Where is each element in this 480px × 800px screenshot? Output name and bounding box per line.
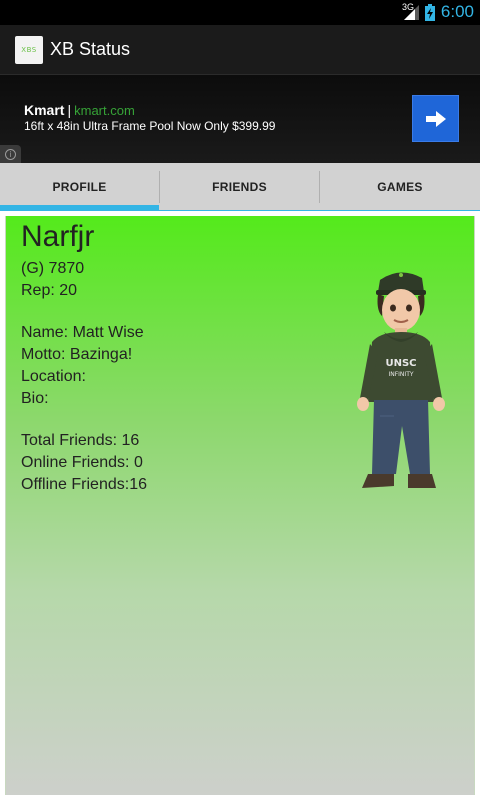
offline-friends: Offline Friends:16 [21, 476, 147, 493]
reputation: Rep: 20 [21, 282, 78, 299]
ad-text: 16ft x 48in Ultra Frame Pool Now Only $3… [24, 119, 276, 133]
ad-headline: Kmart | kmart.com [24, 102, 135, 118]
tab-games[interactable]: GAMES [320, 163, 480, 211]
ad-go-button[interactable] [412, 95, 459, 142]
profile-motto: Motto: Bazinga! [21, 346, 133, 363]
tab-friends[interactable]: FRIENDS [160, 163, 319, 211]
tab-bar: PROFILE FRIENDS GAMES [0, 163, 480, 211]
gamerscore: (G) 7870 [21, 260, 85, 277]
battery-charging-icon [425, 4, 435, 21]
profile-name: Name: Matt Wise [21, 324, 144, 341]
avatar-shirt-subtext: INFINITY [388, 371, 413, 378]
ad-banner[interactable]: Kmart | kmart.com 16ft x 48in Ultra Frame … [0, 75, 480, 163]
info-icon: i [5, 148, 16, 160]
app-icon[interactable]: XBS [15, 36, 43, 64]
profile-bio: Bio: [21, 390, 49, 407]
clock: 6:00 [440, 2, 474, 21]
ad-url-link[interactable]: kmart.com [74, 103, 135, 118]
status-bar: 3G 6:00 [0, 0, 480, 25]
tab-profile[interactable]: PROFILE [0, 163, 159, 211]
ad-separator: | [67, 102, 72, 118]
avatar-image: UNSC INFINITY [357, 272, 445, 488]
arrow-right-icon [425, 110, 446, 127]
ad-brand: Kmart [24, 102, 65, 118]
action-bar: XBS XB Status [0, 25, 480, 75]
gamertag: Narfjr [21, 220, 95, 253]
tab-bar-underline [0, 210, 480, 211]
profile-location: Location: [21, 368, 86, 385]
ad-info-button[interactable]: i [0, 145, 21, 163]
signal-strength-icon [404, 5, 419, 20]
avatar-shirt-text: UNSC [385, 358, 416, 369]
online-friends: Online Friends: 0 [21, 454, 143, 471]
profile-panel: Narfjr (G) 7870 Rep: 20 Name: Matt Wise … [5, 216, 475, 795]
app-icon-label: XBS [21, 46, 37, 54]
app-title: XB Status [50, 39, 131, 59]
total-friends: Total Friends: 16 [21, 432, 140, 449]
